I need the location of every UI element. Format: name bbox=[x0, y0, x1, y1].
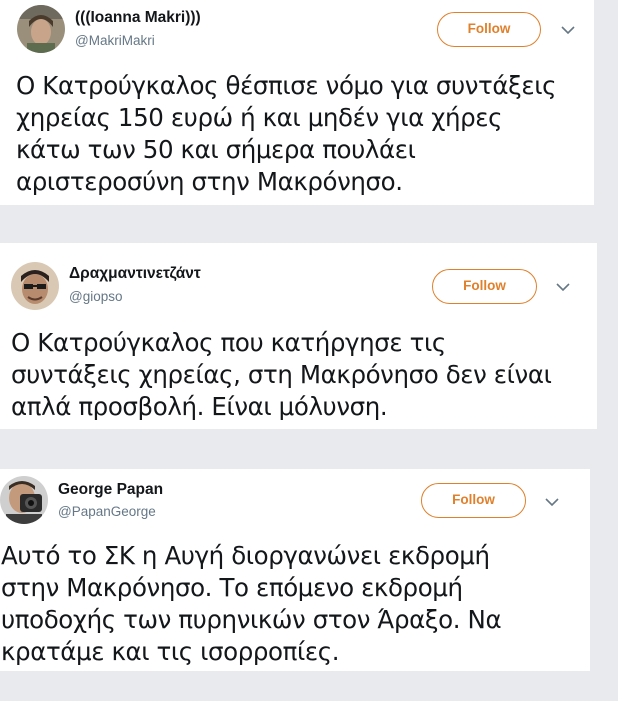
tweet-card: George Papan @PapanGeorge Follow Αυτό το… bbox=[0, 469, 590, 671]
user-handle[interactable]: @PapanGeorge bbox=[58, 504, 156, 519]
tweet-card: (((Ioanna Makri))) @MakriMakri Follow Ο … bbox=[0, 0, 594, 205]
follow-button[interactable]: Follow bbox=[421, 483, 526, 518]
display-name[interactable]: Δραχμαντινετζάντ bbox=[69, 265, 201, 283]
follow-button[interactable]: Follow bbox=[432, 269, 537, 304]
display-name[interactable]: (((Ioanna Makri))) bbox=[75, 9, 201, 27]
avatar[interactable] bbox=[0, 476, 48, 524]
follow-button[interactable]: Follow bbox=[437, 12, 541, 47]
user-handle[interactable]: @MakriMakri bbox=[75, 33, 155, 48]
avatar[interactable] bbox=[17, 5, 65, 53]
avatar[interactable] bbox=[11, 262, 59, 310]
tweet-text: Ο Κατρούγκαλος που κατήργησε τις συντάξε… bbox=[11, 328, 552, 421]
tweet-text: Αυτό το ΣΚ η Αυγή διοργανώνει εκδρομή στ… bbox=[1, 541, 502, 666]
display-name[interactable]: George Papan bbox=[58, 481, 163, 499]
chevron-down-icon[interactable] bbox=[555, 281, 571, 293]
tweet-text: Ο Κατρούγκαλος θέσπισε νόμο για συντάξει… bbox=[16, 71, 557, 196]
chevron-down-icon[interactable] bbox=[544, 496, 560, 508]
tweet-card: Δραχμαντινετζάντ @giopso Follow Ο Κατρού… bbox=[0, 243, 597, 429]
user-handle[interactable]: @giopso bbox=[69, 289, 123, 304]
chevron-down-icon[interactable] bbox=[560, 24, 576, 36]
